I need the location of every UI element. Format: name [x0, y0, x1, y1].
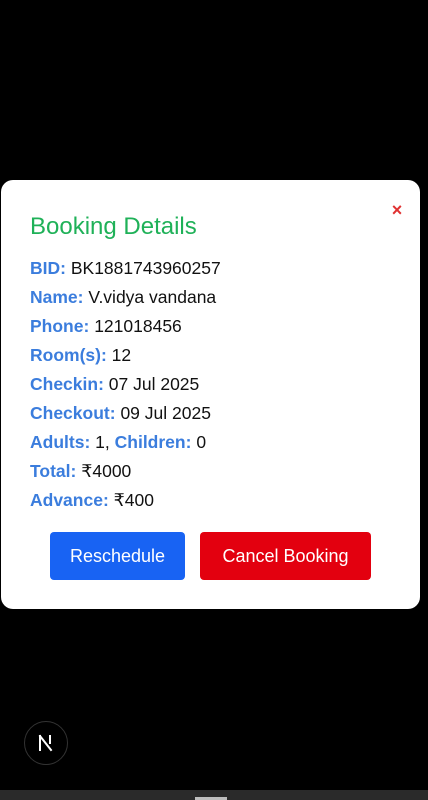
bid-label: BID: [30, 258, 66, 278]
phone-label: Phone: [30, 316, 90, 336]
rooms-row: Room(s): 12 [30, 343, 131, 367]
next-logo-icon [38, 734, 53, 752]
name-value: V.vidya vandana [88, 287, 217, 307]
bid-row: BID: BK1881743960257 [30, 256, 221, 280]
children-label: Children: [114, 432, 192, 452]
cancel-booking-button[interactable]: Cancel Booking [200, 532, 371, 580]
reschedule-button[interactable]: Reschedule [50, 532, 185, 580]
total-value: ₹4000 [81, 461, 132, 481]
name-row: Name: V.vidya vandana [30, 285, 216, 309]
adults-value: 1 [95, 432, 105, 452]
guests-separator: , [104, 432, 115, 452]
checkin-value: 07 Jul 2025 [108, 374, 200, 394]
phone-row: Phone: 121018456 [30, 314, 182, 338]
guests-row: Adults: 1, Children: 0 [30, 430, 206, 454]
total-label: Total: [30, 461, 77, 481]
checkout-row: Checkout: 09 Jul 2025 [30, 401, 211, 425]
name-label: Name: [30, 287, 84, 307]
checkout-value: 09 Jul 2025 [120, 403, 211, 423]
rooms-value: 12 [111, 345, 132, 365]
adults-label: Adults: [30, 432, 91, 452]
next-logo-badge[interactable] [24, 721, 68, 765]
rooms-label: Room(s): [30, 345, 107, 365]
total-row: Total: ₹4000 [30, 459, 131, 483]
modal-title: Booking Details [30, 213, 197, 240]
advance-value: ₹400 [113, 490, 154, 510]
close-icon[interactable]: × [388, 200, 406, 220]
checkout-label: Checkout: [30, 403, 116, 423]
checkin-label: Checkin: [30, 374, 104, 394]
phone-value: 121018456 [94, 316, 182, 336]
advance-row: Advance: ₹400 [30, 488, 154, 512]
bid-value: BK1881743960257 [70, 258, 221, 278]
advance-label: Advance: [30, 490, 109, 510]
checkin-row: Checkin: 07 Jul 2025 [30, 372, 199, 396]
children-value: 0 [196, 432, 207, 452]
